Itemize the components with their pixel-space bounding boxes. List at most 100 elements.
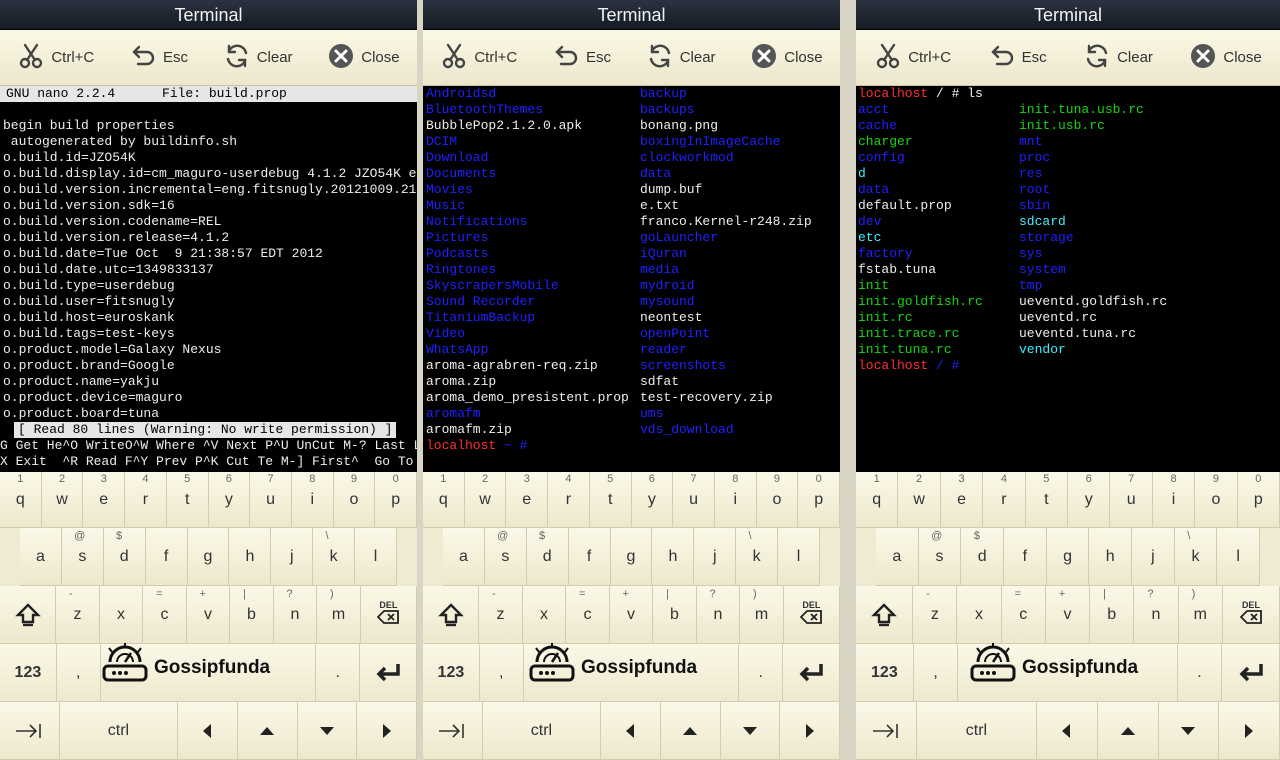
- key-p[interactable]: 0p: [798, 472, 840, 528]
- key-o[interactable]: 9o: [756, 472, 799, 528]
- key-v[interactable]: + v: [609, 586, 654, 644]
- key-d[interactable]: $ d: [103, 528, 146, 586]
- key-c[interactable]: = c: [1001, 586, 1046, 644]
- key-d[interactable]: $ d: [961, 528, 1005, 586]
- comma-key[interactable]: ,: [56, 644, 101, 702]
- key-l[interactable]: l: [778, 528, 821, 586]
- key-x[interactable]: x: [522, 586, 567, 644]
- key-a[interactable]: a: [20, 528, 62, 586]
- key-t[interactable]: 5t: [1025, 472, 1069, 528]
- key-h[interactable]: h: [1089, 528, 1133, 586]
- key-w[interactable]: 2w: [898, 472, 941, 528]
- comma-key[interactable]: ,: [913, 644, 959, 702]
- ctrl-key[interactable]: ctrl: [59, 702, 179, 760]
- enter-key[interactable]: [783, 644, 840, 702]
- arrow-down-key[interactable]: [1158, 702, 1220, 760]
- key-d[interactable]: $ d: [526, 528, 569, 586]
- key-e[interactable]: 3e: [83, 472, 126, 528]
- numbers-key[interactable]: 123: [856, 644, 914, 702]
- clear-button[interactable]: Clear: [1083, 42, 1153, 74]
- key-e[interactable]: 3e: [506, 472, 549, 528]
- terminal-output[interactable]: localhost / # ls acct cache charger config d d…: [856, 86, 1280, 472]
- key-f[interactable]: f: [145, 528, 188, 586]
- key-p[interactable]: 0p: [375, 472, 417, 528]
- key-x[interactable]: x: [957, 586, 1002, 644]
- key-j[interactable]: j: [694, 528, 737, 586]
- period-key[interactable]: .: [739, 644, 784, 702]
- ctrl-key[interactable]: ctrl: [482, 702, 602, 760]
- key-j[interactable]: j: [1132, 528, 1175, 586]
- key-b[interactable]: | b: [230, 586, 274, 644]
- delete-key[interactable]: DEL: [360, 586, 417, 644]
- numbers-key[interactable]: 123: [423, 644, 480, 702]
- key-a[interactable]: a: [443, 528, 485, 586]
- key-k[interactable]: \ k: [1174, 528, 1218, 586]
- key-s[interactable]: @ s: [918, 528, 962, 586]
- close-button[interactable]: Close: [1189, 42, 1262, 74]
- key-e[interactable]: 3e: [940, 472, 984, 528]
- key-q[interactable]: 1q: [856, 472, 899, 528]
- terminal-output[interactable]: GNU nano 2.2.4 File: build.prop begin bui…: [0, 86, 417, 472]
- key-i[interactable]: 8i: [291, 472, 334, 528]
- key-n[interactable]: ? n: [696, 586, 741, 644]
- arrow-right-key[interactable]: [780, 702, 840, 760]
- key-z[interactable]: -z: [479, 586, 523, 644]
- key-n[interactable]: ? n: [1134, 586, 1179, 644]
- key-m[interactable]: ) m: [317, 586, 361, 644]
- key-s[interactable]: @ s: [61, 528, 104, 586]
- arrow-down-key[interactable]: [720, 702, 781, 760]
- delete-key[interactable]: DEL: [783, 586, 840, 644]
- key-l[interactable]: l: [1217, 528, 1261, 586]
- period-key[interactable]: .: [1177, 644, 1223, 702]
- key-p[interactable]: 0p: [1237, 472, 1280, 528]
- esc-button[interactable]: Esc: [129, 42, 188, 74]
- key-q[interactable]: 1q: [423, 472, 465, 528]
- arrow-left-key[interactable]: [601, 702, 661, 760]
- arrow-up-key[interactable]: [660, 702, 721, 760]
- ctrl-c-button[interactable]: Ctrl+C: [440, 42, 517, 74]
- key-t[interactable]: 5t: [589, 472, 632, 528]
- key-s[interactable]: @ s: [484, 528, 527, 586]
- key-h[interactable]: h: [229, 528, 272, 586]
- key-w[interactable]: 2w: [41, 472, 84, 528]
- numbers-key[interactable]: 123: [0, 644, 57, 702]
- key-f[interactable]: f: [1004, 528, 1047, 586]
- key-j[interactable]: j: [271, 528, 314, 586]
- key-r[interactable]: 4r: [983, 472, 1026, 528]
- key-g[interactable]: g: [187, 528, 230, 586]
- arrow-left-key[interactable]: [178, 702, 238, 760]
- key-r[interactable]: 4r: [125, 472, 167, 528]
- key-c[interactable]: = c: [566, 586, 610, 644]
- esc-button[interactable]: Esc: [988, 42, 1047, 74]
- key-o[interactable]: 9o: [1195, 472, 1238, 528]
- key-f[interactable]: f: [568, 528, 611, 586]
- arrow-down-key[interactable]: [297, 702, 358, 760]
- delete-key[interactable]: DEL: [1222, 586, 1280, 644]
- key-a[interactable]: a: [876, 528, 919, 586]
- key-v[interactable]: + v: [1045, 586, 1091, 644]
- clear-button[interactable]: Clear: [223, 42, 293, 74]
- key-k[interactable]: \ k: [736, 528, 779, 586]
- esc-button[interactable]: Esc: [552, 42, 611, 74]
- key-l[interactable]: l: [355, 528, 398, 586]
- enter-key[interactable]: [1222, 644, 1280, 702]
- key-z[interactable]: -z: [913, 586, 958, 644]
- ctrl-key[interactable]: ctrl: [916, 702, 1038, 760]
- key-i[interactable]: 8i: [1152, 472, 1196, 528]
- key-x[interactable]: x: [99, 586, 144, 644]
- ctrl-c-button[interactable]: Ctrl+C: [17, 42, 94, 74]
- arrow-up-key[interactable]: [237, 702, 298, 760]
- key-c[interactable]: = c: [143, 586, 187, 644]
- key-m[interactable]: ) m: [1178, 586, 1223, 644]
- key-g[interactable]: g: [1046, 528, 1090, 586]
- key-r[interactable]: 4r: [548, 472, 590, 528]
- clear-button[interactable]: Clear: [646, 42, 716, 74]
- arrow-up-key[interactable]: [1097, 702, 1159, 760]
- shift-key[interactable]: [856, 586, 914, 644]
- comma-key[interactable]: ,: [479, 644, 524, 702]
- arrow-right-key[interactable]: [357, 702, 417, 760]
- key-u[interactable]: 7u: [673, 472, 715, 528]
- enter-key[interactable]: [360, 644, 417, 702]
- key-o[interactable]: 9o: [333, 472, 376, 528]
- key-w[interactable]: 2w: [464, 472, 507, 528]
